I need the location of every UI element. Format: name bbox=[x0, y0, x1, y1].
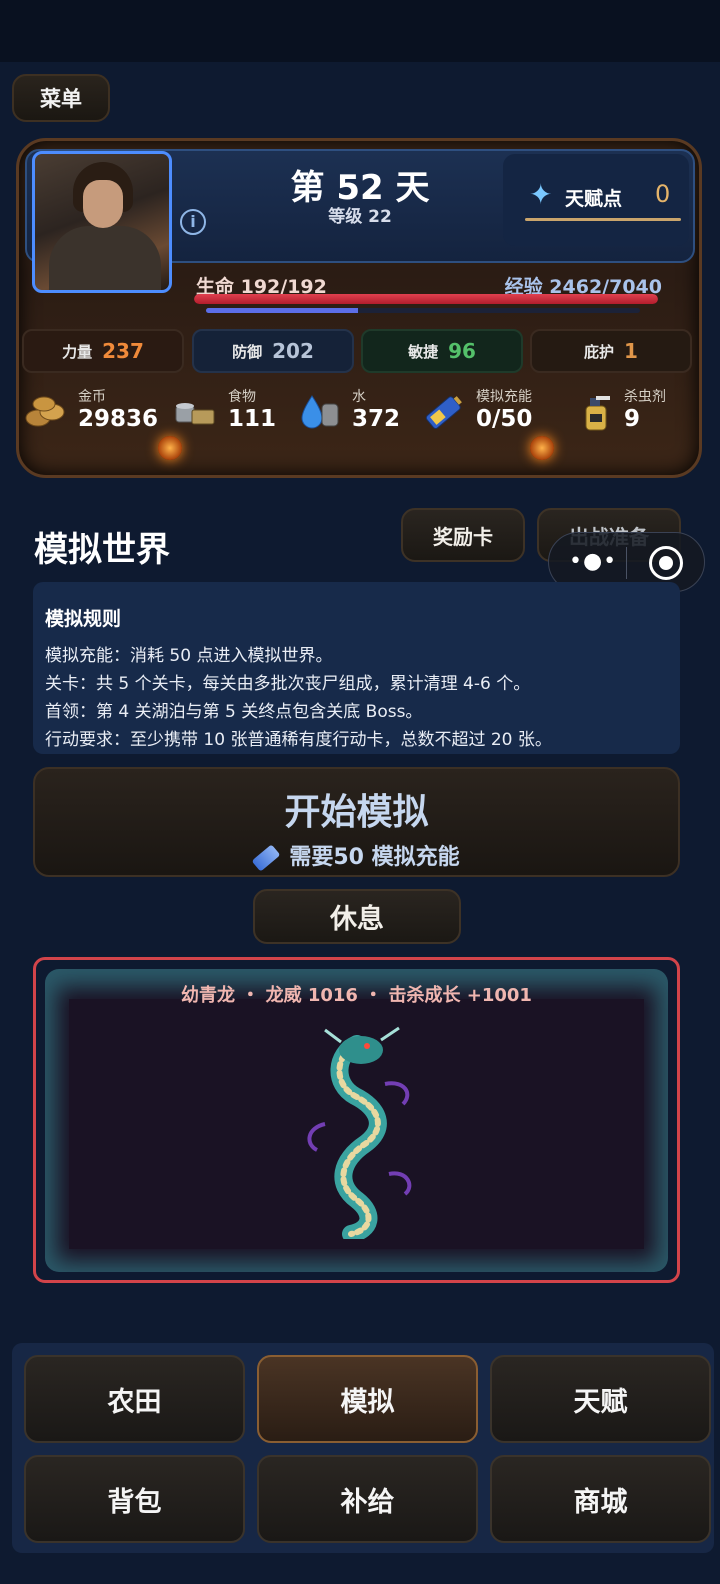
rules-panel: 模拟规则 模拟充能：消耗 50 点进入模拟世界。 关卡：共 5 个关卡，每关由多… bbox=[33, 582, 680, 754]
lamp-decoration bbox=[530, 436, 554, 460]
resource-value: 9 bbox=[624, 406, 641, 432]
nav-shop[interactable]: 商城 bbox=[490, 1455, 711, 1543]
resource-sim-charge[interactable]: 模拟充能 0/50 bbox=[422, 386, 562, 436]
stat-value: 96 bbox=[448, 339, 476, 363]
battery-icon bbox=[251, 844, 281, 872]
talent-underline bbox=[525, 218, 681, 221]
azure-dragon-image bbox=[307, 1026, 412, 1239]
stat-label: 防御 bbox=[232, 342, 263, 361]
start-simulation-button[interactable]: 开始模拟 需要50 模拟充能 bbox=[33, 767, 680, 877]
nav-simulation[interactable]: 模拟 bbox=[257, 1355, 478, 1443]
resource-food[interactable]: 食物 111 bbox=[174, 386, 284, 436]
nav-supply[interactable]: 补给 bbox=[257, 1455, 478, 1543]
resource-value: 29836 bbox=[78, 406, 159, 432]
boss-caption: 幼青龙 ・ 龙威 1016 ・ 击杀成长 +1001 bbox=[181, 985, 532, 1006]
nav-farm[interactable]: 农田 bbox=[24, 1355, 245, 1443]
close-target-icon[interactable] bbox=[649, 546, 683, 580]
talent-points-box[interactable]: ✦ 天赋点 0 bbox=[503, 154, 689, 246]
resource-label: 模拟充能 bbox=[476, 389, 532, 405]
info-icon[interactable]: i bbox=[180, 209, 206, 235]
resource-label: 杀虫剂 bbox=[624, 389, 666, 405]
coins-icon bbox=[25, 396, 65, 427]
rules-title: 模拟规则 bbox=[45, 608, 122, 630]
stat-value: 202 bbox=[272, 339, 314, 363]
player-level: 等级 22 bbox=[328, 207, 392, 227]
reward-cards-button[interactable]: 奖励卡 bbox=[401, 508, 525, 562]
nav-talent[interactable]: 天赋 bbox=[490, 1355, 711, 1443]
rules-line: 关卡：共 5 个关卡，每关由多批次丧尸组成，累计清理 4-6 个。 bbox=[45, 674, 531, 694]
star-gem-icon: ✦ bbox=[529, 178, 553, 211]
food-cans-icon bbox=[175, 403, 215, 425]
spray-bottle-icon bbox=[585, 396, 610, 431]
resource-value: 372 bbox=[352, 406, 401, 432]
battery-icon bbox=[425, 396, 462, 429]
exp-bar bbox=[206, 308, 640, 313]
talent-points-label: 天赋点 bbox=[565, 188, 623, 210]
exp-bar-fill bbox=[206, 308, 358, 313]
start-requirement: 需要50 模拟充能 bbox=[35, 839, 678, 872]
start-requirement-text: 需要50 模拟充能 bbox=[289, 845, 460, 870]
lamp-decoration bbox=[158, 436, 182, 460]
resource-label: 金币 bbox=[78, 389, 106, 405]
stat-shelter: 庇护 1 bbox=[530, 329, 692, 373]
nav-backpack[interactable]: 背包 bbox=[24, 1455, 245, 1543]
talent-points-value: 0 bbox=[655, 180, 671, 208]
stat-defense: 防御 202 bbox=[192, 329, 354, 373]
boss-card: 幼青龙 ・ 龙威 1016 ・ 击杀成长 +1001 bbox=[45, 969, 668, 1272]
resource-value: 111 bbox=[228, 406, 277, 432]
status-bar bbox=[0, 0, 720, 62]
rules-line: 模拟充能：消耗 50 点进入模拟世界。 bbox=[45, 646, 333, 666]
stat-label: 敏捷 bbox=[408, 342, 439, 361]
menu-button[interactable]: 菜单 bbox=[12, 74, 110, 122]
stat-label: 庇护 bbox=[584, 342, 615, 361]
hp-bar bbox=[194, 294, 658, 304]
rules-line: 行动要求：至少携带 10 张普通稀有度行动卡，总数不超过 20 张。 bbox=[45, 730, 552, 750]
rest-button[interactable]: 休息 bbox=[253, 889, 461, 944]
stat-value: 1 bbox=[624, 339, 638, 363]
stat-value: 237 bbox=[102, 339, 144, 363]
player-avatar[interactable] bbox=[32, 151, 172, 293]
resource-water[interactable]: 水 372 bbox=[298, 386, 408, 436]
resource-label: 食物 bbox=[228, 389, 256, 405]
resource-coins[interactable]: 金币 29836 bbox=[24, 386, 158, 436]
section-title: 模拟世界 bbox=[34, 530, 170, 570]
resource-label: 水 bbox=[352, 389, 366, 405]
start-simulation-label: 开始模拟 bbox=[284, 792, 429, 833]
stat-strength: 力量 237 bbox=[22, 329, 184, 373]
more-dots-icon[interactable]: •●• bbox=[569, 549, 617, 574]
resource-insecticide[interactable]: 杀虫剂 9 bbox=[578, 386, 688, 436]
rules-line: 首领：第 4 关湖泊与第 5 关终点包含关底 Boss。 bbox=[45, 702, 423, 722]
capsule-divider bbox=[626, 547, 627, 579]
resource-value: 0/50 bbox=[476, 406, 533, 432]
stat-label: 力量 bbox=[62, 342, 93, 361]
water-drop-icon bbox=[301, 395, 339, 429]
boss-card-frame[interactable]: 幼青龙 ・ 龙威 1016 ・ 击杀成长 +1001 bbox=[33, 957, 680, 1283]
hp-bar-fill bbox=[194, 294, 658, 304]
stat-agility: 敏捷 96 bbox=[361, 329, 523, 373]
